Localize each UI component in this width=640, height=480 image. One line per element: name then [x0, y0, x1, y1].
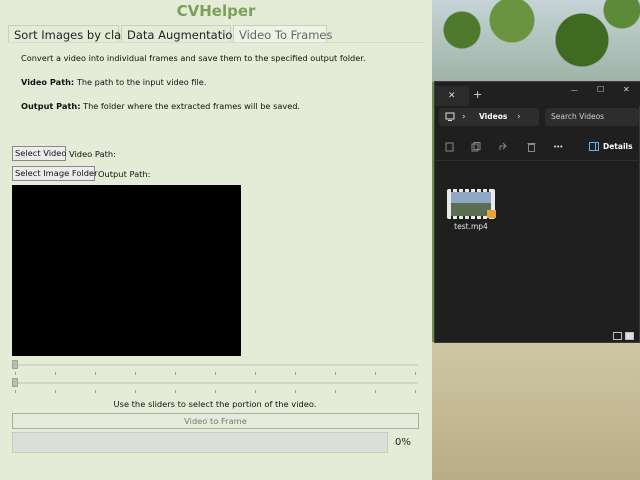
cvhelper-window: CVHelper Sort Images by class Data Augme… — [0, 0, 432, 480]
window-close-icon[interactable]: ✕ — [623, 85, 630, 95]
slider-tick — [255, 390, 256, 393]
progress-bar — [12, 432, 388, 453]
film-sprocket — [469, 189, 471, 192]
desktop-background: ✕ + — ☐ ✕ › Videos › Search Videos ••• D… — [432, 0, 640, 480]
slider-tick — [95, 390, 96, 393]
slider-tick — [375, 390, 376, 393]
list-view-icon[interactable] — [613, 332, 622, 340]
slider-tick — [15, 390, 16, 393]
tab-divider — [8, 42, 424, 43]
select-image-folder-button[interactable]: Select Image Folder — [12, 166, 98, 181]
description-text: Convert a video into individual frames a… — [21, 53, 366, 63]
video-preview — [12, 185, 241, 356]
slider-tick — [215, 372, 216, 375]
breadcrumb-chevron-2-icon: › — [517, 112, 521, 122]
copy-icon[interactable] — [471, 142, 481, 152]
slider-tick — [15, 372, 16, 375]
tab-sort-images[interactable]: Sort Images by class — [8, 25, 133, 43]
slider-tick — [95, 372, 96, 375]
film-sprocket — [481, 189, 483, 192]
slider-tick — [135, 372, 136, 375]
film-sprocket — [469, 216, 471, 219]
breadcrumb-videos[interactable]: Videos — [479, 112, 507, 121]
explorer-toolbar: ••• Details — [435, 134, 640, 161]
output-path-label: Output Path: — [98, 169, 151, 179]
slider-tick — [415, 372, 416, 375]
video-to-frame-button[interactable]: Video to Frame — [12, 413, 419, 429]
explorer-titlebar: ✕ + — ☐ ✕ — [435, 82, 640, 106]
video-path-label: Video Path: — [69, 149, 116, 159]
film-sprocket — [457, 216, 459, 219]
start-slider-handle[interactable] — [12, 360, 18, 369]
search-placeholder: Search Videos — [551, 112, 605, 121]
video-path-desc: The path to the input video file. — [76, 77, 207, 87]
slider-tick — [295, 372, 296, 375]
output-path-desc: The folder where the extracted frames wi… — [83, 101, 301, 111]
film-sprocket — [475, 216, 477, 219]
slider-tick — [295, 390, 296, 393]
start-slider-track[interactable] — [12, 364, 418, 366]
slider-tick — [175, 390, 176, 393]
video-path-help: Video Path: The path to the input video … — [21, 77, 206, 87]
breadcrumb-chevron-icon: › — [462, 112, 466, 122]
slider-tick — [215, 390, 216, 393]
address-bar[interactable]: › Videos › — [439, 108, 539, 126]
minimize-icon[interactable]: — — [571, 85, 578, 95]
video-path-heading: Video Path: — [21, 77, 75, 87]
delete-icon[interactable] — [527, 142, 536, 152]
output-path-help: Output Path: The folder where the extrac… — [21, 101, 300, 111]
slider-tick — [335, 372, 336, 375]
tab-data-augmentation[interactable]: Data Augmentation — [121, 25, 240, 43]
maximize-icon[interactable]: ☐ — [597, 85, 604, 95]
cut-icon[interactable] — [445, 142, 454, 152]
film-sprocket — [463, 216, 465, 219]
film-sprocket — [487, 189, 489, 192]
film-sprocket — [451, 216, 453, 219]
share-icon[interactable] — [499, 142, 509, 152]
end-slider-track[interactable] — [12, 382, 418, 384]
wallpaper-trees — [432, 0, 640, 82]
computer-icon — [445, 112, 455, 121]
output-path-heading: Output Path: — [21, 101, 81, 111]
film-sprocket — [451, 189, 453, 192]
slider-tick — [175, 372, 176, 375]
tab-video-to-frames[interactable]: Video To Frames — [233, 25, 332, 43]
details-button[interactable]: Details — [603, 142, 633, 151]
close-tab-icon[interactable]: ✕ — [448, 91, 456, 101]
video-thumbnail-image — [451, 192, 491, 216]
details-pane-icon — [589, 142, 599, 151]
search-input[interactable]: Search Videos — [545, 108, 639, 126]
file-name-label[interactable]: test.mp4 — [445, 222, 497, 231]
video-play-badge-icon — [487, 210, 496, 218]
slider-hint: Use the sliders to select the portion of… — [113, 399, 317, 409]
tiles-view-icon[interactable] — [625, 332, 634, 340]
slider-tick — [335, 390, 336, 393]
slider-tick — [55, 372, 56, 375]
slider-tick — [415, 390, 416, 393]
wallpaper-bottom — [432, 342, 640, 480]
slider-tick — [55, 390, 56, 393]
film-sprocket — [457, 189, 459, 192]
file-explorer-window: ✕ + — ☐ ✕ › Videos › Search Videos ••• D… — [434, 81, 640, 343]
film-sprocket — [481, 216, 483, 219]
slider-tick — [375, 372, 376, 375]
slider-tick — [135, 390, 136, 393]
film-sprocket — [463, 189, 465, 192]
end-slider-handle[interactable] — [12, 378, 18, 387]
film-sprocket — [475, 189, 477, 192]
app-title: CVHelper — [176, 2, 256, 20]
more-options-icon[interactable]: ••• — [553, 142, 563, 152]
new-tab-icon[interactable]: + — [473, 89, 482, 100]
slider-tick — [255, 372, 256, 375]
select-video-button[interactable]: Select Video — [12, 146, 66, 161]
progress-percent: 0% — [395, 437, 411, 448]
